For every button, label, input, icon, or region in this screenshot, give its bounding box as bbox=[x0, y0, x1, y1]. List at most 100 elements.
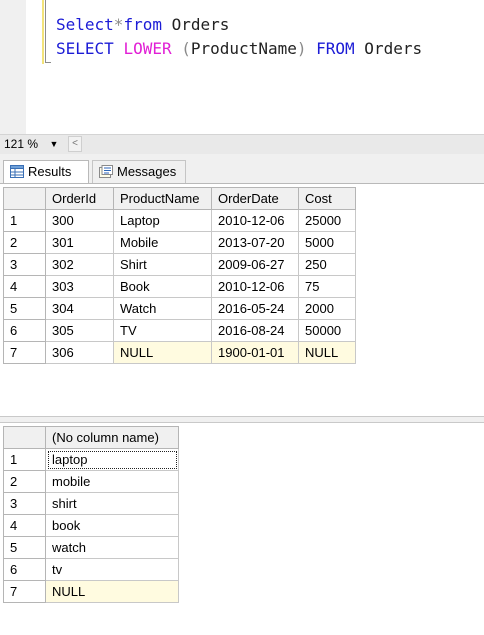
table-row[interactable]: 3 302 Shirt 2009-06-27 250 bbox=[3, 253, 356, 276]
identifier: ProductName bbox=[190, 39, 297, 58]
row-header-corner[interactable] bbox=[3, 426, 46, 449]
result-tabs: Results Messages bbox=[0, 154, 484, 184]
lower-names-grid[interactable]: (No column name) 1 laptop 2 mobile 3 shi… bbox=[3, 426, 179, 603]
zoom-dropdown[interactable]: 121 % ▼ bbox=[2, 136, 64, 152]
table-row[interactable]: 3 shirt bbox=[3, 492, 179, 515]
grid-cell[interactable]: tv bbox=[45, 558, 179, 581]
result-grid-1[interactable]: OrderId ProductName OrderDate Cost 1 300… bbox=[3, 184, 484, 416]
row-number[interactable]: 4 bbox=[3, 275, 46, 298]
row-number[interactable]: 5 bbox=[3, 536, 46, 559]
messages-icon bbox=[99, 165, 113, 178]
result-grid-2[interactable]: (No column name) 1 laptop 2 mobile 3 shi… bbox=[3, 423, 484, 635]
column-header[interactable]: OrderDate bbox=[211, 187, 299, 210]
grid-cell[interactable]: watch bbox=[45, 536, 179, 559]
row-number[interactable]: 5 bbox=[3, 297, 46, 320]
results-splitter[interactable] bbox=[0, 416, 484, 423]
sql-editor[interactable]: Select*from Orders SELECT LOWER (Product… bbox=[0, 0, 484, 134]
orders-grid[interactable]: OrderId ProductName OrderDate Cost 1 300… bbox=[3, 187, 356, 364]
outline-bracket bbox=[45, 0, 51, 63]
column-header[interactable]: Cost bbox=[298, 187, 356, 210]
grid-cell[interactable]: 50000 bbox=[298, 319, 356, 342]
grid-cell[interactable]: 2010-12-06 bbox=[211, 209, 299, 232]
grid-cell[interactable]: 2009-06-27 bbox=[211, 253, 299, 276]
column-header[interactable]: (No column name) bbox=[45, 426, 179, 449]
grid-cell[interactable]: 302 bbox=[45, 253, 114, 276]
grid-cell[interactable]: Laptop bbox=[113, 209, 212, 232]
table-row[interactable]: 6 305 TV 2016-08-24 50000 bbox=[3, 319, 356, 342]
grid-cell-null[interactable]: NULL bbox=[45, 580, 179, 603]
grid-cell[interactable]: Mobile bbox=[113, 231, 212, 254]
table-row[interactable]: 7 306 NULL 1900-01-01 NULL bbox=[3, 341, 356, 364]
grid-header-row: (No column name) bbox=[3, 426, 179, 449]
grid-cell-null[interactable]: NULL bbox=[113, 341, 212, 364]
grid-cell[interactable]: Watch bbox=[113, 297, 212, 320]
grid-cell[interactable]: 303 bbox=[45, 275, 114, 298]
table-row[interactable]: 2 301 Mobile 2013-07-20 5000 bbox=[3, 231, 356, 254]
table-row[interactable]: 1 300 Laptop 2010-12-06 25000 bbox=[3, 209, 356, 232]
grid-cell[interactable]: mobile bbox=[45, 470, 179, 493]
grid-cell[interactable]: 1900-01-01 bbox=[211, 341, 299, 364]
grid-cell-null[interactable]: NULL bbox=[298, 341, 356, 364]
row-number[interactable]: 6 bbox=[3, 319, 46, 342]
grid-cell[interactable]: 2016-08-24 bbox=[211, 319, 299, 342]
identifier: Orders bbox=[354, 39, 423, 58]
chevron-down-icon[interactable]: ▼ bbox=[48, 136, 60, 152]
keyword: Select bbox=[56, 15, 114, 34]
grid-cell[interactable]: 2016-05-24 bbox=[211, 297, 299, 320]
operator: * bbox=[113, 15, 124, 34]
grid-cell[interactable]: shirt bbox=[45, 492, 179, 515]
tab-results-label: Results bbox=[28, 164, 72, 179]
grid-cell[interactable]: 305 bbox=[45, 319, 114, 342]
table-row[interactable]: 7 NULL bbox=[3, 580, 179, 603]
table-row[interactable]: 4 303 Book 2010-12-06 75 bbox=[3, 275, 356, 298]
operator: ) bbox=[296, 39, 307, 58]
row-header-corner[interactable] bbox=[3, 187, 46, 210]
column-header[interactable]: OrderId bbox=[45, 187, 114, 210]
table-row[interactable]: 6 tv bbox=[3, 558, 179, 581]
row-number[interactable]: 2 bbox=[3, 470, 46, 493]
grid-cell[interactable]: 250 bbox=[298, 253, 356, 276]
row-number[interactable]: 2 bbox=[3, 231, 46, 254]
table-row[interactable]: 5 304 Watch 2016-05-24 2000 bbox=[3, 297, 356, 320]
keyword: FROM bbox=[316, 39, 355, 58]
row-number[interactable]: 3 bbox=[3, 253, 46, 276]
grid-cell[interactable]: 2013-07-20 bbox=[211, 231, 299, 254]
row-number[interactable]: 6 bbox=[3, 558, 46, 581]
table-row[interactable]: 2 mobile bbox=[3, 470, 179, 493]
tab-results[interactable]: Results bbox=[3, 160, 89, 184]
grid-cell[interactable]: TV bbox=[113, 319, 212, 342]
grid-cell[interactable]: Shirt bbox=[113, 253, 212, 276]
grid-cell[interactable]: 301 bbox=[45, 231, 114, 254]
grid-cell[interactable]: book bbox=[45, 514, 179, 537]
table-row[interactable]: 4 book bbox=[3, 514, 179, 537]
grid-cell[interactable]: 304 bbox=[45, 297, 114, 320]
row-number[interactable]: 1 bbox=[3, 209, 46, 232]
keyword: from bbox=[123, 15, 162, 34]
table-row[interactable]: 1 laptop bbox=[3, 448, 179, 471]
row-number[interactable]: 3 bbox=[3, 492, 46, 515]
grid-cell[interactable]: 2010-12-06 bbox=[211, 275, 299, 298]
grid-cell[interactable]: 5000 bbox=[298, 231, 356, 254]
editor-gutter bbox=[0, 0, 26, 134]
scroll-left-button[interactable]: < bbox=[68, 136, 82, 152]
code-line-1[interactable]: Select*from Orders bbox=[56, 13, 229, 37]
operator: ( bbox=[181, 39, 191, 58]
row-number[interactable]: 1 bbox=[3, 448, 46, 471]
grid-icon bbox=[10, 165, 24, 178]
row-number[interactable]: 4 bbox=[3, 514, 46, 537]
grid-cell-selected[interactable]: laptop bbox=[45, 448, 179, 471]
grid-cell[interactable]: Book bbox=[113, 275, 212, 298]
grid-cell[interactable]: 2000 bbox=[298, 297, 356, 320]
code-line-2[interactable]: SELECT LOWER (ProductName) FROM Orders bbox=[56, 37, 422, 61]
column-header[interactable]: ProductName bbox=[113, 187, 212, 210]
grid-cell[interactable]: 306 bbox=[45, 341, 114, 364]
table-row[interactable]: 5 watch bbox=[3, 536, 179, 559]
grid-cell[interactable]: 300 bbox=[45, 209, 114, 232]
tab-messages-label: Messages bbox=[117, 164, 177, 179]
row-number[interactable]: 7 bbox=[3, 341, 46, 364]
grid-cell[interactable]: 75 bbox=[298, 275, 356, 298]
grid-header-row: OrderId ProductName OrderDate Cost bbox=[3, 187, 356, 210]
grid-cell[interactable]: 25000 bbox=[298, 209, 356, 232]
row-number[interactable]: 7 bbox=[3, 580, 46, 603]
tab-messages[interactable]: Messages bbox=[92, 160, 186, 184]
